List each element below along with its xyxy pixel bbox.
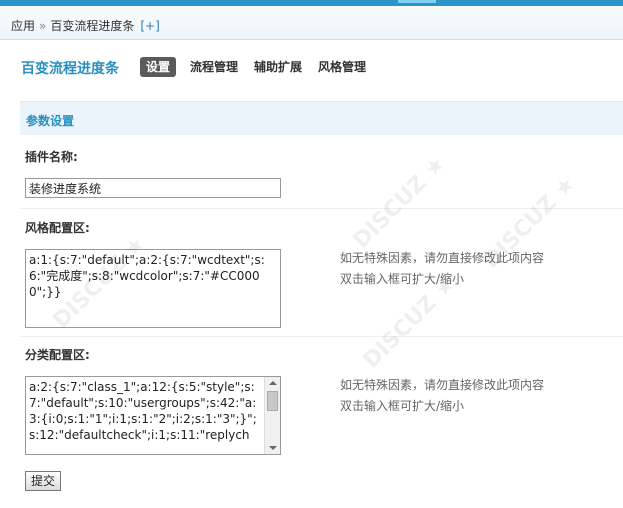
style-config-textarea[interactable]: a:1:{s:7:"default";a:2:{s:7:"wcdtext";s:… xyxy=(25,249,281,328)
tab-flow-management[interactable]: 流程管理 xyxy=(190,57,238,77)
scroll-down-icon[interactable] xyxy=(265,442,280,454)
style-config-label: 风格配置区: xyxy=(25,221,90,235)
plugin-name-input[interactable] xyxy=(25,178,281,198)
submit-button[interactable]: 提交 xyxy=(25,471,61,491)
divider xyxy=(20,208,623,209)
category-config-hint: 如无特殊因素，请勿直接修改此项内容 双击输入框可扩大/缩小 xyxy=(340,375,544,417)
plugin-tabs: 设置 流程管理 辅助扩展 风格管理 xyxy=(140,57,382,77)
breadcrumb-current: 百变流程进度条 xyxy=(50,19,135,33)
breadcrumb-add-button[interactable]: [+] xyxy=(140,19,159,33)
section-title: 参数设置 xyxy=(26,114,75,128)
style-config-hint-line1: 如无特殊因素，请勿直接修改此项内容 xyxy=(340,251,545,265)
category-config-label: 分类配置区: xyxy=(25,348,90,362)
scroll-thumb[interactable] xyxy=(267,391,278,411)
section-header: 参数设置 xyxy=(20,101,623,135)
tab-settings[interactable]: 设置 xyxy=(140,57,177,77)
category-config-scrollbar[interactable] xyxy=(264,377,280,454)
tab-style-management[interactable]: 风格管理 xyxy=(318,57,366,77)
breadcrumb-app-link[interactable]: 应用 xyxy=(11,19,35,33)
divider xyxy=(20,336,623,337)
breadcrumb-bar: 应用 » 百变流程进度条 [+] xyxy=(0,6,623,40)
plugin-name-label: 插件名称: xyxy=(25,150,78,164)
tab-extensions[interactable]: 辅助扩展 xyxy=(254,57,302,77)
category-config-hint-line2: 双击输入框可扩大/缩小 xyxy=(340,399,465,413)
top-bar-accent xyxy=(398,0,436,3)
breadcrumb: 应用 » 百变流程进度条 [+] xyxy=(11,17,160,34)
category-config-textarea[interactable]: a:2:{s:7:"class_1";a:12:{s:5:"style";s:7… xyxy=(25,376,281,455)
watermark-logo: DISCUZ ★ xyxy=(348,151,451,254)
style-config-hint: 如无特殊因素，请勿直接修改此项内容 双击输入框可扩大/缩小 xyxy=(340,248,544,290)
breadcrumb-separator: » xyxy=(39,19,47,33)
style-config-hint-line2: 双击输入框可扩大/缩小 xyxy=(340,272,465,286)
category-config-hint-line1: 如无特殊因素，请勿直接修改此项内容 xyxy=(340,378,545,392)
plugin-title: 百变流程进度条 xyxy=(21,61,119,77)
scroll-up-icon[interactable] xyxy=(265,377,280,389)
